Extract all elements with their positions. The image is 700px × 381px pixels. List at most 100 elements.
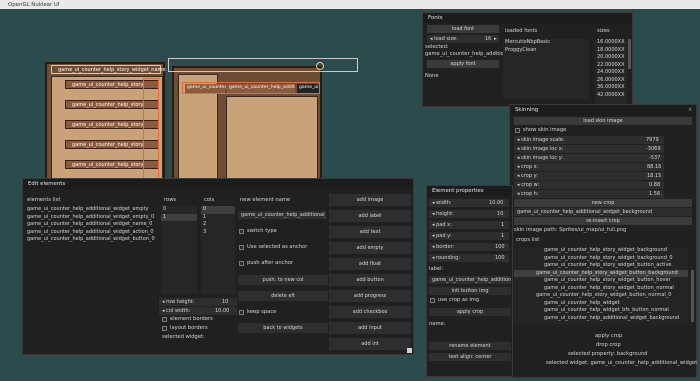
list-item[interactable]: 20.0000XX: [595, 54, 627, 62]
add-empty-button[interactable]: add empty: [329, 242, 411, 254]
element-properties-window[interactable]: Element properties ◂ width: 10.00 ◂ heigh…: [426, 185, 513, 377]
add-progress-button[interactable]: add progress: [329, 290, 411, 302]
list-item[interactable]: 26.0000XX: [595, 77, 627, 85]
list-item[interactable]: ProggyClean: [503, 47, 589, 55]
fonts-window[interactable]: Fonts load font ◂ load size: 16 ▸ select…: [422, 12, 633, 107]
list-item[interactable]: game_ui_counter_help_story_widget_button…: [514, 269, 688, 277]
prop-field[interactable]: ◂ pad x: 1: [429, 221, 509, 229]
widget-left-header[interactable]: game_ui_counter_help_story_widget_name: [51, 65, 165, 74]
list-item[interactable]: game_ui_counter_help_widget: [514, 300, 688, 308]
list-item[interactable]: game_ui_counter_help_additional_widget_a…: [25, 229, 160, 237]
prop-field[interactable]: ◂ crop h: 1.56: [514, 190, 664, 198]
rows-list[interactable]: 0 1: [161, 206, 197, 294]
rename-element-button[interactable]: rename element: [429, 342, 511, 350]
list-item[interactable]: game_ui_counter_help_story_widget_button…: [514, 262, 688, 270]
push-new-col-button[interactable]: push: to new col: [238, 275, 328, 285]
prop-field[interactable]: ◂ border: 100: [429, 243, 509, 251]
fonts-titlebar[interactable]: Fonts: [423, 13, 632, 23]
add-float-button[interactable]: add float: [329, 258, 411, 270]
prop-field[interactable]: ◂ rounding: 100: [429, 254, 509, 262]
list-item[interactable]: 18.0000XX: [595, 47, 627, 55]
list-item[interactable]: game_ui_counter_help_widget_bfs_button_n…: [514, 307, 688, 315]
prop-field[interactable]: ◂ skin image loc y: -537: [514, 154, 664, 162]
list-item[interactable]: 1: [201, 214, 235, 222]
drop-crop-link[interactable]: drop crop: [596, 342, 621, 348]
list-item[interactable]: game_ui_counter_help_story_widget_backgr…: [514, 255, 688, 263]
add-image-button[interactable]: add image: [329, 194, 411, 206]
cols-list[interactable]: 0 1 2 3: [201, 206, 235, 294]
switch-type-checkbox[interactable]: [239, 229, 244, 234]
apply-crop-button[interactable]: apply crop: [429, 308, 511, 316]
sizes-scrollbar[interactable]: [628, 39, 631, 69]
elements-list[interactable]: game_ui_counter_help_additional_widget_e…: [25, 206, 160, 266]
mid-a-btn[interactable]: game_ui_counter_help_story: [185, 84, 253, 93]
new-crop-button[interactable]: new crop: [514, 199, 692, 207]
col-width-field[interactable]: ◂ col width: 10.00: [159, 307, 237, 315]
back-to-widgets-button[interactable]: back to widgets: [238, 323, 328, 333]
label-input[interactable]: game_ui_counter_help_additional_w: [429, 276, 511, 284]
add-int-button[interactable]: add int: [329, 338, 411, 350]
load-skin-image-button[interactable]: load skin image: [514, 117, 692, 125]
list-item[interactable]: 36.0000XX: [595, 84, 627, 92]
add-label-button[interactable]: add label: [329, 210, 411, 222]
prop-field[interactable]: ◂ crop x: 88.16: [514, 163, 664, 171]
list-item[interactable]: 22.0000XX: [595, 62, 627, 70]
crops-scrollbar[interactable]: [691, 270, 694, 322]
list-item[interactable]: 0: [161, 206, 197, 214]
prop-field[interactable]: ◂ crop y: 18.15: [514, 172, 664, 180]
apply-crop-link[interactable]: apply crop: [595, 333, 622, 339]
use-selected-anchor-checkbox[interactable]: [239, 245, 244, 250]
list-item[interactable]: MercutioNbpBasic: [503, 39, 589, 47]
list-item[interactable]: 24.0000XX: [595, 69, 627, 77]
layout-borders-checkbox[interactable]: [162, 326, 167, 331]
list-item[interactable]: game_ui_counter_help_additional_widget_n…: [25, 221, 160, 229]
prop-field[interactable]: ◂ crop w: 0.88: [514, 181, 664, 189]
chevron-right-icon[interactable]: ▸: [494, 35, 497, 43]
sizes-list[interactable]: 16.0000XX 18.0000XX 20.0000XX 22.0000XX …: [595, 39, 627, 105]
add-input-button[interactable]: add input: [329, 322, 411, 334]
keep-space-checkbox[interactable]: [239, 310, 244, 315]
widget-right-row[interactable]: game_ui_counter_help_story game_ui_count…: [182, 82, 320, 94]
add-checkbox-button[interactable]: add checkbox: [329, 306, 411, 318]
element-borders-checkbox[interactable]: [162, 317, 167, 322]
list-item[interactable]: 16.0000XX: [595, 39, 627, 47]
skinning-titlebar[interactable]: Skinning: [510, 105, 696, 115]
resize-grip-icon[interactable]: [407, 348, 412, 353]
list-item[interactable]: game_ui_counter_help_additional_widget_b…: [514, 315, 688, 323]
row-height-field[interactable]: ◂ row height: 10: [159, 298, 237, 306]
edit-elements-titlebar[interactable]: Edit elements: [23, 179, 413, 189]
re-insert-crop-button[interactable]: re-insert crop: [514, 217, 692, 225]
text-align-button[interactable]: text align: center: [429, 353, 511, 361]
list-item[interactable]: 0: [201, 206, 235, 214]
list-item[interactable]: game_ui_counter_help_story_widget_button…: [514, 277, 688, 285]
list-item[interactable]: game_ui_counter_help_additional_widget_b…: [25, 236, 160, 244]
list-item[interactable]: 1: [161, 213, 197, 221]
push-after-anchor-checkbox[interactable]: [239, 261, 244, 266]
init-button-img-button[interactable]: init button img: [429, 287, 511, 295]
element-properties-titlebar[interactable]: Element properties: [427, 186, 512, 196]
list-item[interactable]: 42.0000XX: [595, 92, 627, 100]
list-item[interactable]: game_ui_counter_help_story_widget_backgr…: [514, 247, 688, 255]
mid-c-btn[interactable]: game_ui: [297, 84, 319, 93]
mid-b-btn[interactable]: game_ui_counter_help_addit: [227, 84, 295, 93]
close-icon[interactable]: ×: [688, 107, 692, 113]
load-font-button[interactable]: load font: [427, 25, 499, 33]
crops-list[interactable]: game_ui_counter_help_story_widget_backgr…: [514, 247, 688, 325]
prop-field[interactable]: ◂ width: 10.00: [429, 199, 509, 207]
crop-name-field[interactable]: game_ui_counter_help_additional_widget_b…: [514, 208, 692, 216]
delete-elt-button[interactable]: delete elt: [238, 291, 328, 301]
new-element-input[interactable]: game_ui_counter_help_additional_wi: [238, 211, 326, 219]
list-item[interactable]: 3: [201, 229, 235, 237]
add-text-button[interactable]: add text: [329, 226, 411, 238]
loaded-fonts-list[interactable]: MercutioNbpBasic ProggyClean: [503, 39, 589, 99]
list-item[interactable]: game_ui_counter_help_story_widget_button…: [514, 292, 688, 300]
apply-font-button[interactable]: apply font: [427, 60, 499, 68]
list-item[interactable]: game_ui_counter_help_additional_widget_e…: [25, 206, 160, 214]
prop-field[interactable]: ◂ pad y: 1: [429, 232, 509, 240]
edit-elements-window[interactable]: Edit elements elements list game_ui_coun…: [22, 178, 414, 355]
show-skin-image-checkbox[interactable]: [515, 128, 520, 133]
prop-field[interactable]: ◂ height: 10: [429, 210, 509, 218]
list-item[interactable]: game_ui_counter_help_story_widget_button…: [514, 285, 688, 293]
use-crop-as-img-checkbox[interactable]: [430, 298, 435, 303]
list-item[interactable]: 2: [201, 221, 235, 229]
